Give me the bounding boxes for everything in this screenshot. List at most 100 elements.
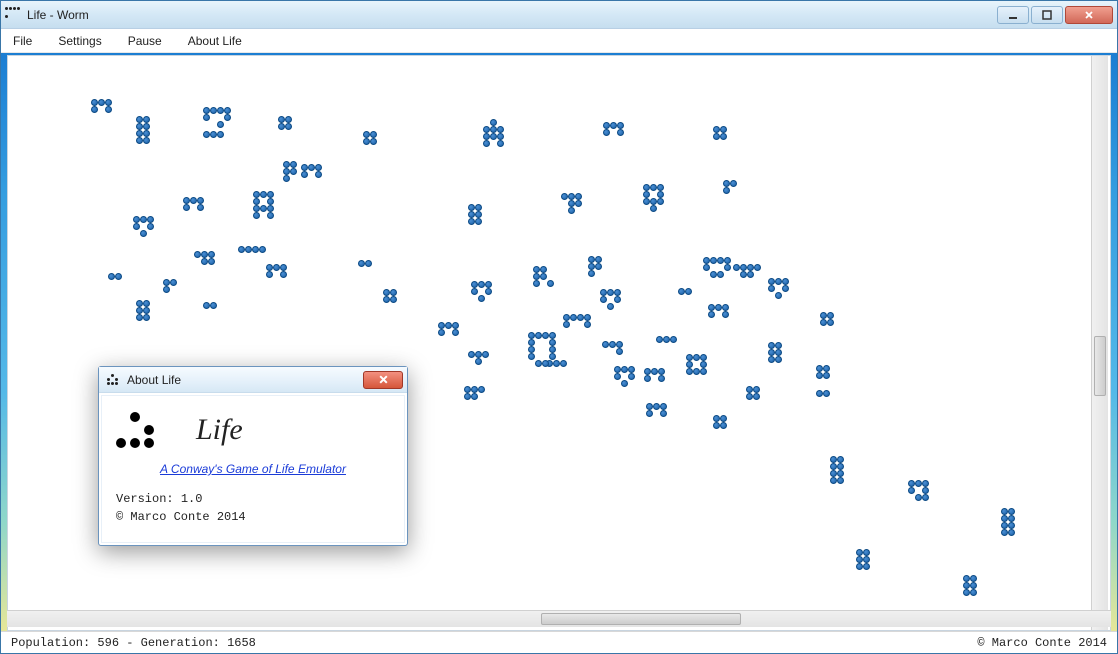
life-cell <box>963 575 970 582</box>
life-cell <box>143 314 150 321</box>
about-link[interactable]: A Conway's Game of Life Emulator <box>116 462 390 476</box>
life-cell <box>830 456 837 463</box>
life-cell <box>163 279 170 286</box>
generation-value: 1658 <box>227 636 256 650</box>
life-cell <box>621 380 628 387</box>
minimize-button[interactable] <box>997 6 1029 24</box>
life-cell <box>775 349 782 356</box>
life-cell <box>595 256 602 263</box>
life-cell <box>588 270 595 277</box>
life-cell <box>136 130 143 137</box>
life-cell <box>722 311 729 318</box>
maximize-icon <box>1042 10 1052 20</box>
life-cell <box>483 140 490 147</box>
life-cell <box>533 273 540 280</box>
life-cell <box>143 137 150 144</box>
life-cell <box>468 218 475 225</box>
life-cell <box>452 322 459 329</box>
life-cell <box>603 129 610 136</box>
life-cell <box>203 114 210 121</box>
life-cell <box>283 161 290 168</box>
vertical-scroll-thumb[interactable] <box>1094 336 1106 396</box>
about-titlebar[interactable]: About Life <box>99 367 407 393</box>
life-cell <box>915 494 922 501</box>
life-cell <box>753 393 760 400</box>
life-cell <box>723 187 730 194</box>
life-cell <box>628 373 635 380</box>
life-cell <box>217 107 224 114</box>
population-value: 596 <box>97 636 119 650</box>
about-logo: Life <box>196 413 243 447</box>
vertical-scrollbar[interactable] <box>1091 56 1108 630</box>
life-cell <box>658 368 665 375</box>
life-cell <box>91 106 98 113</box>
life-cell <box>963 582 970 589</box>
life-cell <box>644 368 651 375</box>
life-cell <box>837 463 844 470</box>
life-cell <box>746 386 753 393</box>
life-cell <box>203 131 210 138</box>
life-cell <box>497 140 504 147</box>
life-cell <box>253 205 260 212</box>
life-cell <box>105 106 112 113</box>
about-close-button[interactable] <box>363 371 403 389</box>
life-cell <box>471 281 478 288</box>
life-cell <box>267 198 274 205</box>
life-cell <box>143 300 150 307</box>
horizontal-scroll-thumb[interactable] <box>541 613 741 625</box>
life-cell <box>283 175 290 182</box>
life-cell <box>823 390 830 397</box>
life-cell <box>445 322 452 329</box>
life-cell <box>290 161 297 168</box>
menu-settings[interactable]: Settings <box>52 31 107 51</box>
life-cell <box>720 422 727 429</box>
life-cell <box>91 99 98 106</box>
menu-about[interactable]: About Life <box>182 31 248 51</box>
life-cell <box>614 373 621 380</box>
life-cell <box>370 131 377 138</box>
life-cell <box>568 193 575 200</box>
life-cell <box>140 216 147 223</box>
about-dialog: About Life Life A Conway's Game of Life … <box>98 366 408 546</box>
life-cell <box>464 393 471 400</box>
life-cell <box>483 133 490 140</box>
menubar: File Settings Pause About Life <box>1 29 1117 53</box>
population-label: Population: <box>11 636 90 650</box>
life-cell <box>678 288 685 295</box>
life-cell <box>720 133 727 140</box>
close-icon <box>378 374 389 385</box>
life-cell <box>267 191 274 198</box>
life-cell <box>724 264 731 271</box>
menu-file[interactable]: File <box>7 31 38 51</box>
life-cell <box>717 257 724 264</box>
life-cell <box>549 332 556 339</box>
life-cell <box>1008 529 1015 536</box>
about-header: Life <box>116 412 390 448</box>
life-cell <box>747 271 754 278</box>
life-cell <box>656 336 663 343</box>
life-cell <box>658 375 665 382</box>
life-cell <box>922 487 929 494</box>
life-cell <box>1008 515 1015 522</box>
horizontal-scrollbar[interactable] <box>7 610 1111 627</box>
life-cell <box>816 372 823 379</box>
menu-pause[interactable]: Pause <box>122 31 168 51</box>
close-icon <box>1084 10 1094 20</box>
life-cell <box>266 264 273 271</box>
titlebar[interactable]: Life - Worm <box>1 1 1117 29</box>
life-cell <box>827 312 834 319</box>
maximize-button[interactable] <box>1031 6 1063 24</box>
life-cell <box>775 278 782 285</box>
life-cell <box>497 133 504 140</box>
life-cell <box>970 575 977 582</box>
life-cell <box>595 263 602 270</box>
life-cell <box>715 304 722 311</box>
close-button[interactable] <box>1065 6 1113 24</box>
life-cell <box>136 314 143 321</box>
life-cell <box>224 107 231 114</box>
life-cell <box>490 126 497 133</box>
version-value: 1.0 <box>181 492 203 506</box>
life-cell <box>746 393 753 400</box>
life-cell <box>827 319 834 326</box>
life-cell <box>922 494 929 501</box>
